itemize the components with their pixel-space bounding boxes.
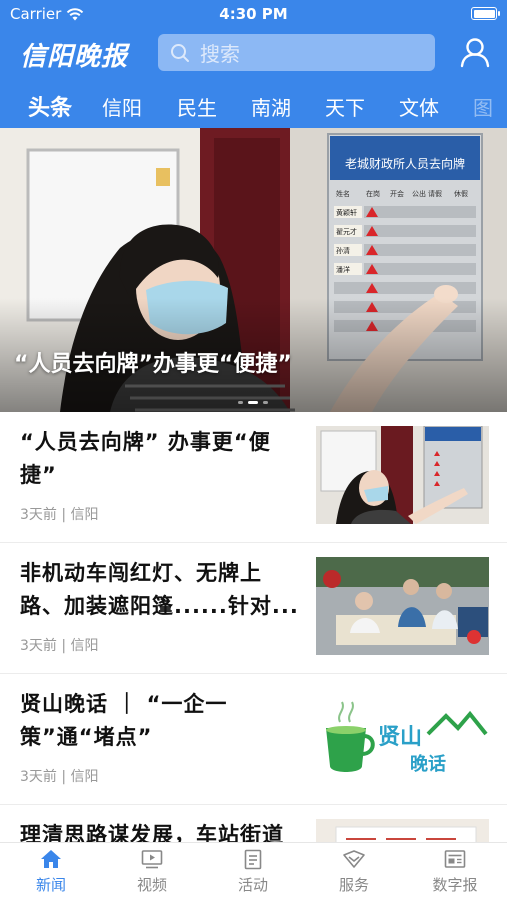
carousel-dot [263, 401, 268, 404]
bottom-tab-bar: 新闻 视频 活动 服务 数字报 [0, 842, 507, 900]
news-item[interactable]: “人员去向牌” 办事更“便捷” 3天前 | 信阳 [0, 412, 507, 543]
tabbar-video[interactable]: 视频 [112, 847, 192, 895]
news-title: “人员去向牌” 办事更“便捷” [20, 430, 271, 487]
tab-tu[interactable]: 图 [473, 92, 493, 121]
board-name: 孙清 [336, 246, 350, 255]
service-icon [314, 847, 394, 871]
carousel-dot-active [248, 401, 258, 404]
board-photo [316, 426, 489, 524]
board-heading: 老城财政所人员去向牌 [345, 156, 465, 171]
tabbar-label: 服务 [338, 876, 369, 894]
tabbar-service[interactable]: 服务 [314, 847, 394, 895]
news-thumbnail: 贤山 晚话 [316, 688, 489, 786]
search-placeholder: 搜索 [200, 42, 240, 66]
tab-minsheng[interactable]: 民生 [177, 92, 217, 121]
tab-xinyang[interactable]: 信阳 [102, 92, 142, 121]
tabbar-label: 活动 [237, 876, 268, 894]
channel-tabs: 头条 信阳 民生 南湖 天下 文体 图 [0, 84, 507, 132]
search-bar[interactable]: 搜索 [158, 34, 435, 71]
news-meta: 3天前 | 信阳 [20, 507, 99, 523]
tab-tianxia[interactable]: 天下 [325, 92, 365, 121]
logo-text-wanhua: 晚话 [410, 753, 446, 775]
xianshan-logo: 贤山 晚话 [316, 688, 489, 786]
news-item[interactable]: 贤山晚话 ｜ “一企一策”通“堵点” 3天前 | 信阳 贤山 晚话 [0, 674, 507, 805]
board-column-label: 姓名 [336, 189, 350, 198]
news-meta: 3天前 | 信阳 [20, 638, 99, 654]
board-name: 潘洋 [336, 265, 350, 274]
board-column-label: 请假 [428, 189, 442, 198]
tabbar-newspaper[interactable]: 数字报 [415, 847, 495, 895]
user-profile-icon[interactable] [459, 36, 491, 68]
board-column-label: 休假 [454, 189, 468, 198]
logo-text-xianshan: 贤山 [378, 725, 422, 750]
carousel-indicator [238, 401, 268, 404]
news-meta: 3天前 | 信阳 [20, 769, 99, 785]
newspaper-icon [415, 847, 495, 871]
tabbar-news[interactable]: 新闻 [11, 847, 91, 895]
police-photo [316, 557, 489, 655]
search-icon [171, 43, 189, 62]
activity-icon [213, 847, 293, 871]
video-icon [112, 847, 192, 871]
board-column-label: 公出 [412, 189, 426, 198]
board-column-label: 开会 [390, 189, 404, 198]
tabbar-activity[interactable]: 活动 [213, 847, 293, 895]
tabbar-label: 数字报 [432, 876, 478, 894]
banner-title: “人员去向牌”办事更“便捷” [14, 352, 292, 377]
board-column-label: 在岗 [366, 189, 380, 198]
status-time: 4:30 PM [219, 5, 288, 23]
tab-wenti[interactable]: 文体 [399, 92, 439, 121]
headline-banner[interactable]: 老城财政所人员去向牌 姓名 在岗 开会 公出 请假 休假 黄颖轩 翟元才 孙清 … [0, 128, 507, 412]
tabbar-label: 新闻 [35, 876, 66, 894]
tab-label: 头条 [28, 96, 73, 121]
status-bar: Carrier 4:30 PM [0, 0, 507, 28]
news-title: 贤山晚话 ｜ “一企一策”通“堵点” [20, 692, 228, 749]
tab-nanhu[interactable]: 南湖 [251, 92, 291, 121]
home-icon [11, 847, 91, 871]
news-thumbnail [316, 557, 489, 655]
news-item[interactable]: 非机动车闯红灯、无牌上路、加装遮阳篷......针对... 3天前 | 信阳 [0, 543, 507, 674]
app-header: Carrier 4:30 PM 信阳晚报 搜索 头条 信阳 民生 南湖 天下 文 [0, 0, 507, 132]
news-title: 非机动车闯红灯、无牌上路、加装遮阳篷......针对... [20, 561, 299, 618]
tabbar-label: 视频 [136, 876, 167, 894]
board-name: 黄颖轩 [336, 208, 357, 217]
battery-icon [471, 7, 500, 20]
carousel-dot [238, 401, 243, 404]
board-name: 翟元才 [336, 227, 357, 236]
tab-toutiao[interactable]: 头条 [28, 90, 73, 132]
news-thumbnail [316, 426, 489, 524]
app-logo[interactable]: 信阳晚报 [20, 36, 128, 73]
